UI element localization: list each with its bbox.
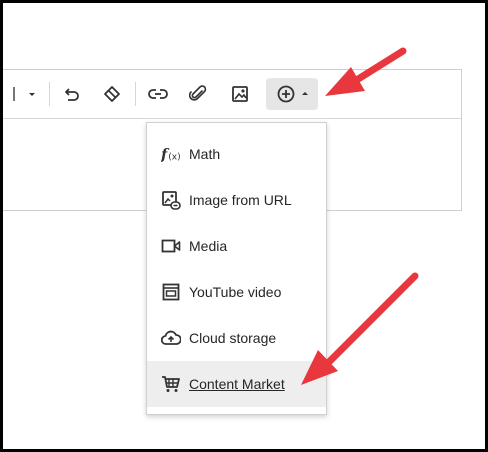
insert-menu: f (x) Math Image from URL Media YouTube … (146, 122, 327, 415)
editor-toolbar (3, 70, 461, 119)
menu-item-math[interactable]: f (x) Math (147, 131, 326, 177)
chevron-down-icon (29, 93, 35, 96)
link-icon (148, 89, 168, 99)
image-icon (232, 86, 248, 102)
menu-item-label: Math (189, 146, 221, 162)
image-button[interactable] (225, 78, 255, 110)
insert-button[interactable] (266, 78, 318, 110)
undo-icon (65, 88, 79, 101)
paperclip-icon (189, 85, 207, 101)
link-button[interactable] (143, 78, 173, 110)
svg-text:(x): (x) (168, 152, 180, 162)
menu-item-media[interactable]: Media (147, 223, 326, 269)
menu-item-cloud-storage[interactable]: Cloud storage (147, 315, 326, 361)
menu-item-content-market[interactable]: Content Market (147, 361, 326, 407)
format-dropdown-button[interactable] (23, 78, 41, 110)
plus-circle-icon (277, 85, 294, 103)
menu-item-label: Image from URL (189, 192, 292, 208)
menu-item-youtube-video[interactable]: YouTube video (147, 269, 326, 315)
shopping-cart-icon (161, 374, 181, 394)
youtube-frame-icon (161, 282, 181, 302)
video-camera-icon (161, 236, 181, 256)
clear-formatting-button[interactable] (97, 78, 127, 110)
math-function-icon: f (x) (161, 144, 181, 164)
image-link-icon (161, 190, 181, 210)
menu-item-label: Cloud storage (189, 330, 277, 346)
toolbar-separator (135, 82, 136, 106)
menu-item-label: Media (189, 238, 228, 254)
menu-item-label: YouTube video (189, 284, 282, 300)
chevron-up-icon (301, 92, 308, 95)
cloud-upload-icon (161, 328, 181, 348)
menu-item-label: Content Market (189, 376, 285, 392)
attachment-button[interactable] (183, 78, 213, 110)
undo-button[interactable] (57, 78, 87, 110)
toolbar-separator (49, 82, 50, 106)
eraser-icon (104, 86, 120, 102)
clipped-toolbar-button (9, 78, 19, 110)
menu-item-image-from-url[interactable]: Image from URL (147, 177, 326, 223)
screenshot-frame: f (x) Math Image from URL Media YouTube … (0, 0, 488, 452)
